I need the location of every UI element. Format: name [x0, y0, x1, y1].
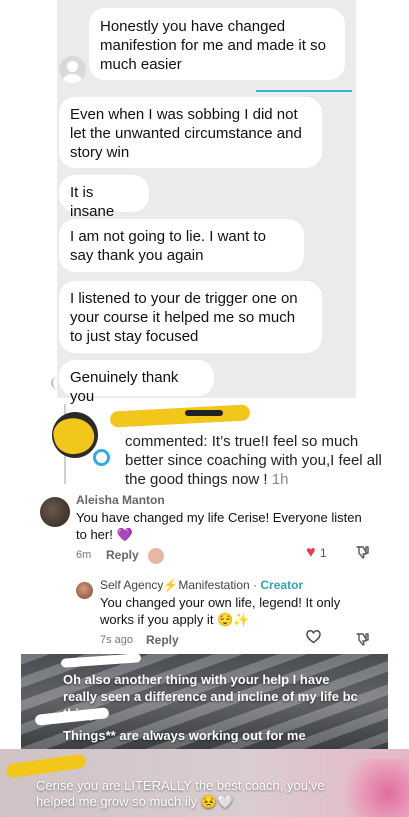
commenter-name[interactable]: Aleisha Manton — [76, 493, 165, 507]
divider-line — [256, 90, 352, 92]
reply-button[interactable]: Reply — [106, 548, 139, 562]
story-ring-icon — [93, 449, 110, 466]
chat-bubble: It is insane — [59, 175, 149, 220]
story-screenshot: Oh also another thing with your help I h… — [21, 654, 388, 749]
dislike-icon[interactable] — [355, 545, 369, 562]
separator-dot: · — [253, 578, 258, 592]
comment-time: 6m — [76, 549, 92, 561]
reply-author-name: Self Agency⚡Manifestation — [100, 578, 250, 592]
chat-bubble: Honestly you have changed manifestion fo… — [89, 8, 345, 80]
comment-text: You have changed my life Cerise! Everyon… — [76, 509, 376, 543]
redaction-scribble — [52, 414, 98, 458]
reply-author[interactable]: Self Agency⚡Manifestation · Creator — [100, 578, 303, 592]
redaction-scribble — [5, 753, 87, 779]
reply-time: 7s ago — [100, 634, 134, 646]
chat-message-text: I am not going to lie. I want to say tha… — [70, 228, 266, 264]
chat-bubble: I listened to your de trigger one on you… — [59, 281, 322, 353]
chat-bubble: Even when I was sobbing I did not let th… — [59, 97, 322, 168]
story-screenshot: Cerise you are LITERALLY the best coach,… — [0, 749, 409, 817]
reply-text: You changed your own life, legend! It on… — [100, 594, 360, 628]
chat-message-text: Even when I was sobbing I did not let th… — [70, 106, 302, 161]
chat-message-text: Genuinely thank you — [70, 369, 179, 405]
story-caption: Things** are always working out for me — [63, 728, 306, 743]
purple-heart-emoji: 💜 — [116, 527, 133, 542]
emoji: 😣🤍 — [200, 794, 234, 809]
heart-filled-icon: ♥ — [306, 544, 316, 561]
creator-liked-avatar-icon — [148, 548, 164, 564]
comment-text: commented: It’s true!I feel so much bett… — [125, 432, 385, 489]
chat-message-text: Honestly you have changed manifestion fo… — [100, 18, 326, 73]
comment-time: 1h — [271, 471, 289, 488]
contact-avatar-placeholder — [59, 56, 86, 83]
story-text: Cerise you are LITERALLY the best coach,… — [36, 778, 325, 809]
relieved-sparkles-emoji: 😌✨ — [217, 612, 250, 627]
story-caption: Cerise you are LITERALLY the best coach,… — [36, 778, 361, 810]
heart-outline-icon[interactable] — [306, 630, 321, 649]
avatar[interactable] — [76, 582, 93, 599]
redacted-username — [185, 410, 223, 416]
creator-badge: Creator — [260, 578, 304, 592]
avatar[interactable] — [40, 497, 70, 527]
chat-message-text: I listened to your de trigger one on you… — [70, 290, 298, 345]
comment-body: commented: It’s true!I feel so much bett… — [125, 433, 382, 488]
like-count: 1 — [319, 546, 327, 560]
dislike-icon[interactable] — [355, 632, 369, 649]
chat-bubble: Genuinely thank you — [59, 360, 214, 405]
like-button[interactable]: ♥ 1 — [306, 544, 327, 562]
redaction-scribble — [109, 404, 251, 428]
scroll-edge-mark — [51, 377, 61, 389]
avatar[interactable] — [52, 412, 98, 458]
chat-bubble: I am not going to lie. I want to say tha… — [59, 219, 304, 272]
reply-button[interactable]: Reply — [146, 633, 179, 647]
chat-message-text: It is insane — [70, 184, 115, 220]
